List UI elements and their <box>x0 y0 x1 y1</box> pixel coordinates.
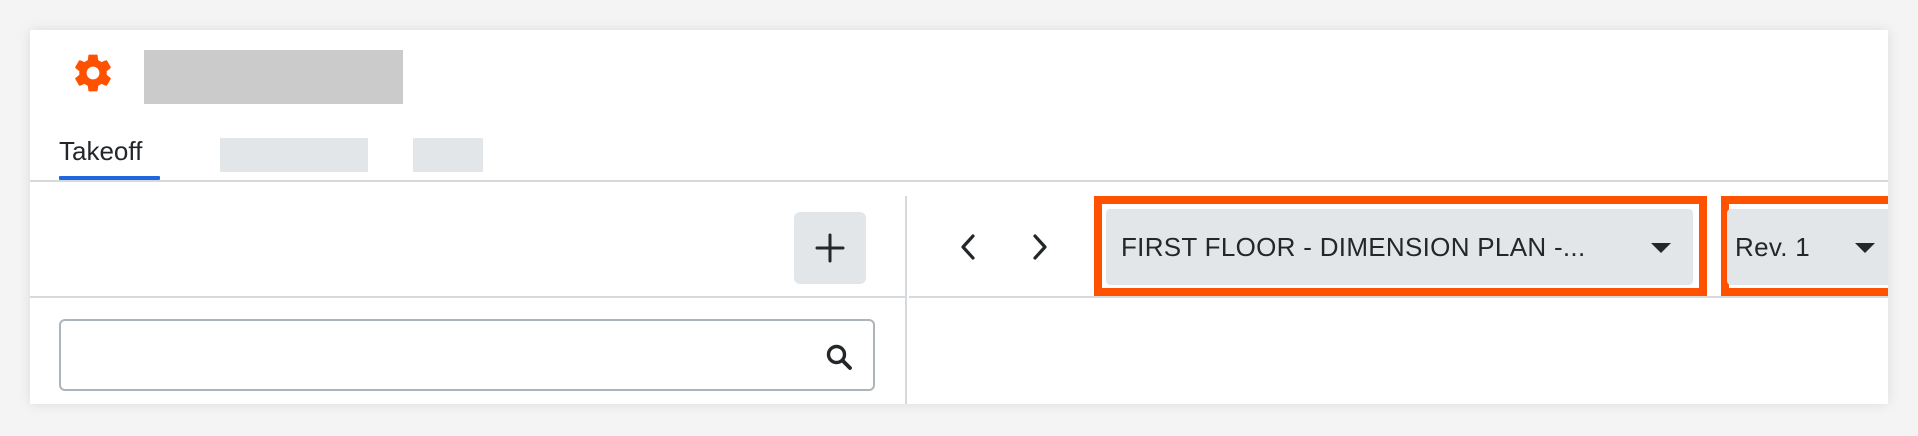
left-panel <box>30 196 907 404</box>
chevron-left-icon <box>961 234 975 260</box>
caret-down-icon <box>1855 243 1875 253</box>
revision-select-value: Rev. 1 <box>1735 231 1811 262</box>
drawing-toolbar: FIRST FLOOR - DIMENSION PLAN -... Rev. 1 <box>909 196 1888 298</box>
previous-drawing-button[interactable] <box>945 224 991 270</box>
tab-placeholder[interactable] <box>413 138 483 172</box>
gear-icon <box>70 50 116 96</box>
search-icon[interactable] <box>825 343 853 371</box>
next-drawing-button[interactable] <box>1017 224 1063 270</box>
tab-placeholder[interactable] <box>220 138 368 172</box>
revision-select-dropdown[interactable]: Rev. 1 <box>1727 209 1888 285</box>
plus-icon <box>815 233 845 263</box>
chevron-right-icon <box>1033 234 1047 260</box>
app-window: Takeoff FIRST FLOOR - DIMENSION PLAN -..… <box>30 30 1888 404</box>
drawing-select-dropdown[interactable]: FIRST FLOOR - DIMENSION PLAN -... <box>1106 209 1693 285</box>
search-field[interactable] <box>59 319 875 391</box>
drawing-select-value: FIRST FLOOR - DIMENSION PLAN -... <box>1121 231 1586 262</box>
add-button[interactable] <box>794 212 866 284</box>
tabs-divider <box>30 180 1888 182</box>
caret-down-icon <box>1651 243 1671 253</box>
left-toolbar <box>30 196 907 298</box>
tab-takeoff[interactable]: Takeoff <box>59 136 142 166</box>
title-placeholder <box>144 50 403 104</box>
search-input[interactable] <box>75 337 805 373</box>
